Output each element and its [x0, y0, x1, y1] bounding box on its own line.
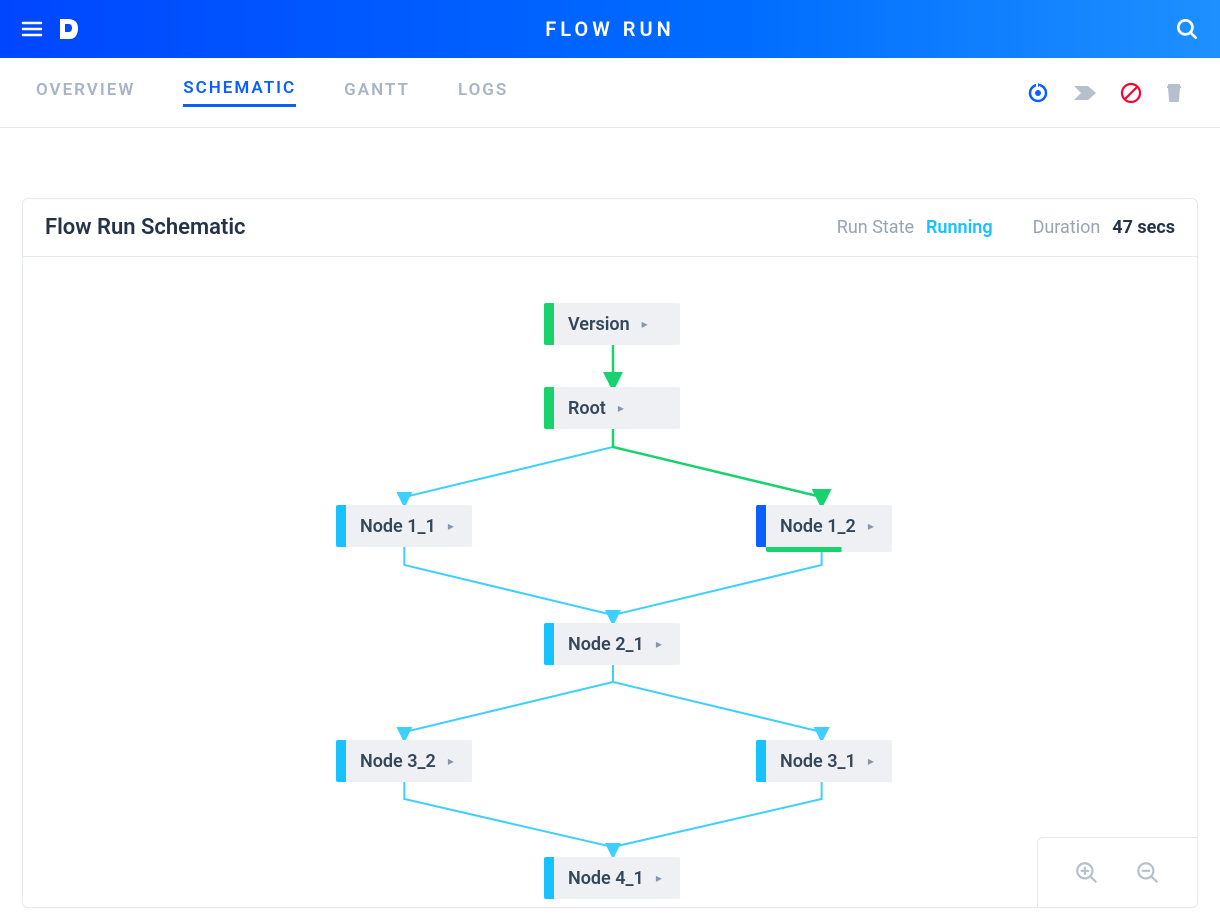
run-state: Run State Running	[837, 217, 993, 238]
node-version[interactable]: Version ▸	[544, 303, 680, 345]
node-label: Version	[554, 314, 638, 335]
node-label: Node 3_2	[346, 751, 444, 772]
status-accent-pending	[544, 623, 554, 665]
node-2-1[interactable]: Node 2_1 ▸	[544, 623, 680, 665]
status-accent-success	[544, 387, 554, 429]
duration: Duration 47 secs	[1033, 217, 1175, 238]
schematic-canvas[interactable]: Version ▸ Root ▸ Node 1_1 ▸ Node 1_2 ▸ N…	[23, 257, 1197, 907]
trash-icon[interactable]	[1164, 82, 1184, 104]
run-state-label: Run State	[837, 217, 914, 238]
node-label: Node 4_1	[554, 868, 652, 889]
chevron-right-icon: ▸	[448, 519, 454, 533]
node-label: Node 1_1	[346, 516, 444, 537]
chevron-right-icon: ▸	[448, 754, 454, 768]
zoom-controls	[1037, 837, 1197, 907]
tab-overview[interactable]: OVERVIEW	[36, 80, 135, 106]
restart-icon[interactable]	[1026, 81, 1050, 105]
page-title: FLOW RUN	[545, 17, 675, 41]
node-label: Node 1_2	[766, 516, 864, 537]
node-label: Node 3_1	[766, 751, 864, 772]
tab-logs[interactable]: LOGS	[458, 80, 508, 106]
status-accent-pending	[336, 740, 346, 782]
duration-label: Duration	[1033, 217, 1101, 238]
chevron-right-icon: ▸	[656, 871, 662, 885]
run-state-value: Running	[926, 217, 993, 238]
duration-value: 47 secs	[1112, 217, 1175, 238]
zoom-in-icon[interactable]	[1074, 860, 1100, 886]
node-label: Root	[554, 398, 614, 419]
status-accent-running	[756, 505, 766, 547]
status-accent-success	[544, 303, 554, 345]
chevron-right-icon: ▸	[868, 754, 874, 768]
node-4-1[interactable]: Node 4_1 ▸	[544, 857, 680, 899]
node-3-1[interactable]: Node 3_1 ▸	[756, 740, 892, 782]
status-accent-pending	[756, 740, 766, 782]
cancel-icon[interactable]	[1120, 82, 1142, 104]
chevron-right-icon: ▸	[868, 519, 874, 533]
chevron-right-icon: ▸	[618, 401, 624, 415]
chevron-right-icon: ▸	[642, 317, 648, 331]
node-label: Node 2_1	[554, 634, 652, 655]
tab-schematic[interactable]: SCHEMATIC	[183, 78, 296, 107]
status-accent-pending	[544, 857, 554, 899]
tab-gantt[interactable]: GANTT	[344, 80, 410, 106]
status-accent-pending	[336, 505, 346, 547]
node-1-2[interactable]: Node 1_2 ▸	[756, 505, 892, 547]
chevron-right-icon: ▸	[656, 637, 662, 651]
brand-logo-icon[interactable]	[58, 15, 80, 43]
node-1-1[interactable]: Node 1_1 ▸	[336, 505, 472, 547]
zoom-out-icon[interactable]	[1135, 860, 1161, 886]
node-3-2[interactable]: Node 3_2 ▸	[336, 740, 472, 782]
node-root[interactable]: Root ▸	[544, 387, 680, 429]
card-title: Flow Run Schematic	[45, 215, 797, 240]
forward-arrow-icon[interactable]	[1072, 83, 1098, 103]
hamburger-menu-icon[interactable]	[20, 17, 44, 41]
progress-bar	[766, 547, 892, 552]
search-icon[interactable]	[1174, 16, 1200, 42]
